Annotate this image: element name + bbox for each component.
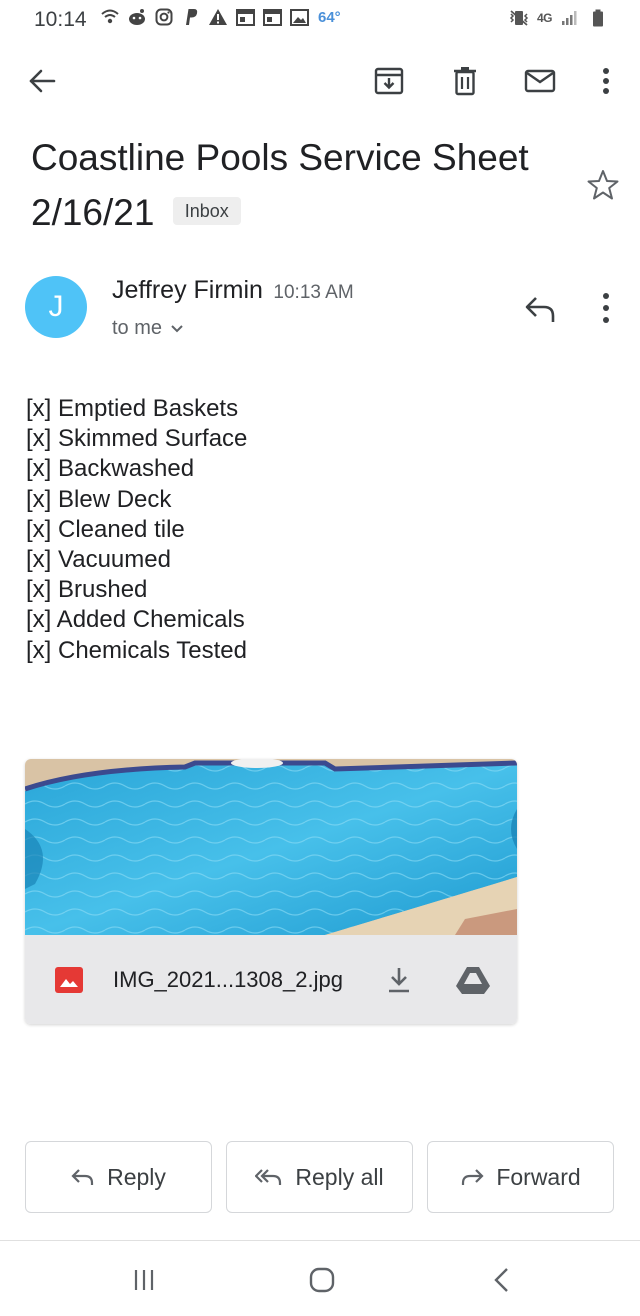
sender-line: Jeffrey Firmin 10:13 AM xyxy=(112,276,354,305)
sender-name: Jeffrey Firmin xyxy=(112,276,263,304)
body-line: [x] Vacuumed xyxy=(26,546,171,574)
email-time: 10:13 AM xyxy=(273,282,354,303)
calendar-icon xyxy=(262,7,282,27)
forward-button[interactable]: Forward xyxy=(427,1141,614,1213)
mark-unread-icon[interactable] xyxy=(522,63,558,99)
recent-apps-icon[interactable] xyxy=(124,1263,164,1297)
back-arrow-icon[interactable] xyxy=(24,63,60,99)
recipient-text: to me xyxy=(112,317,163,339)
body-line: [x] Emptied Baskets xyxy=(26,395,239,422)
forward-icon xyxy=(462,1169,484,1185)
body-line: [x] Blew Deck xyxy=(26,485,172,513)
attachment-card[interactable]: IMG_2021...1308_2.jpg xyxy=(25,759,517,1024)
delete-icon[interactable] xyxy=(447,63,483,99)
instagram-icon xyxy=(154,7,174,27)
body-line: [x] Chemicals Tested xyxy=(26,636,247,664)
attachment-filename: IMG_2021...1308_2.jpg xyxy=(113,967,343,992)
home-icon[interactable] xyxy=(302,1263,342,1297)
avatar[interactable]: J xyxy=(25,276,87,338)
chevron-down-icon xyxy=(171,324,183,332)
reply-all-icon xyxy=(255,1169,282,1185)
more-vert-icon[interactable] xyxy=(590,290,622,326)
body-line: [x] Brushed xyxy=(26,576,148,604)
status-temperature: 64° xyxy=(318,8,341,26)
paypal-icon xyxy=(181,7,201,27)
system-icons: 4G xyxy=(509,8,608,28)
body-line: [x] Skimmed Surface xyxy=(26,425,248,453)
recipient-details-toggle[interactable]: to me xyxy=(112,317,184,340)
system-navigation-bar xyxy=(0,1240,640,1316)
alert-icon xyxy=(208,7,228,27)
more-vert-icon[interactable] xyxy=(588,63,624,99)
status-time: 10:14 xyxy=(34,8,87,31)
email-toolbar xyxy=(0,46,640,116)
reply-icon[interactable] xyxy=(522,292,560,326)
email-subject: Coastline Pools Service Sheet 2/16/21 In… xyxy=(31,130,571,240)
reply-label: Reply xyxy=(107,1163,166,1190)
gallery-icon xyxy=(289,7,309,27)
save-to-drive-icon[interactable] xyxy=(455,965,491,995)
reddit-icon xyxy=(127,7,147,27)
body-line: [x] Backwashed xyxy=(26,455,195,483)
status-bar: 10:14 64° 4G xyxy=(0,0,640,40)
body-line: [x] Cleaned tile xyxy=(26,515,185,543)
wifi-calling-icon xyxy=(100,7,120,27)
email-body: [x] Emptied Baskets [x] Skimmed Surface … xyxy=(26,394,247,666)
signal-icon xyxy=(560,8,580,28)
reply-all-button[interactable]: Reply all xyxy=(226,1141,413,1213)
star-icon[interactable] xyxy=(586,168,620,202)
attachment-preview-image[interactable] xyxy=(25,759,517,935)
reply-button[interactable]: Reply xyxy=(25,1141,212,1213)
vibrate-mute-icon xyxy=(509,8,529,28)
label-badge[interactable]: Inbox xyxy=(172,197,241,226)
battery-icon xyxy=(588,8,608,28)
attachment-bar: IMG_2021...1308_2.jpg xyxy=(25,935,517,1024)
network-type: 4G xyxy=(536,11,553,25)
download-icon[interactable] xyxy=(385,965,413,995)
reply-all-label: Reply all xyxy=(295,1163,384,1190)
notification-icons: 64° xyxy=(100,7,341,27)
back-icon[interactable] xyxy=(482,1263,522,1297)
subject-text: Coastline Pools Service Sheet 2/16/21 xyxy=(31,137,529,233)
body-line: [x] Added Chemicals xyxy=(26,606,245,634)
image-file-icon xyxy=(55,967,83,993)
forward-label: Forward xyxy=(496,1163,581,1190)
archive-icon[interactable] xyxy=(371,63,407,99)
reply-icon xyxy=(71,1169,94,1185)
calendar-icon xyxy=(235,7,255,27)
